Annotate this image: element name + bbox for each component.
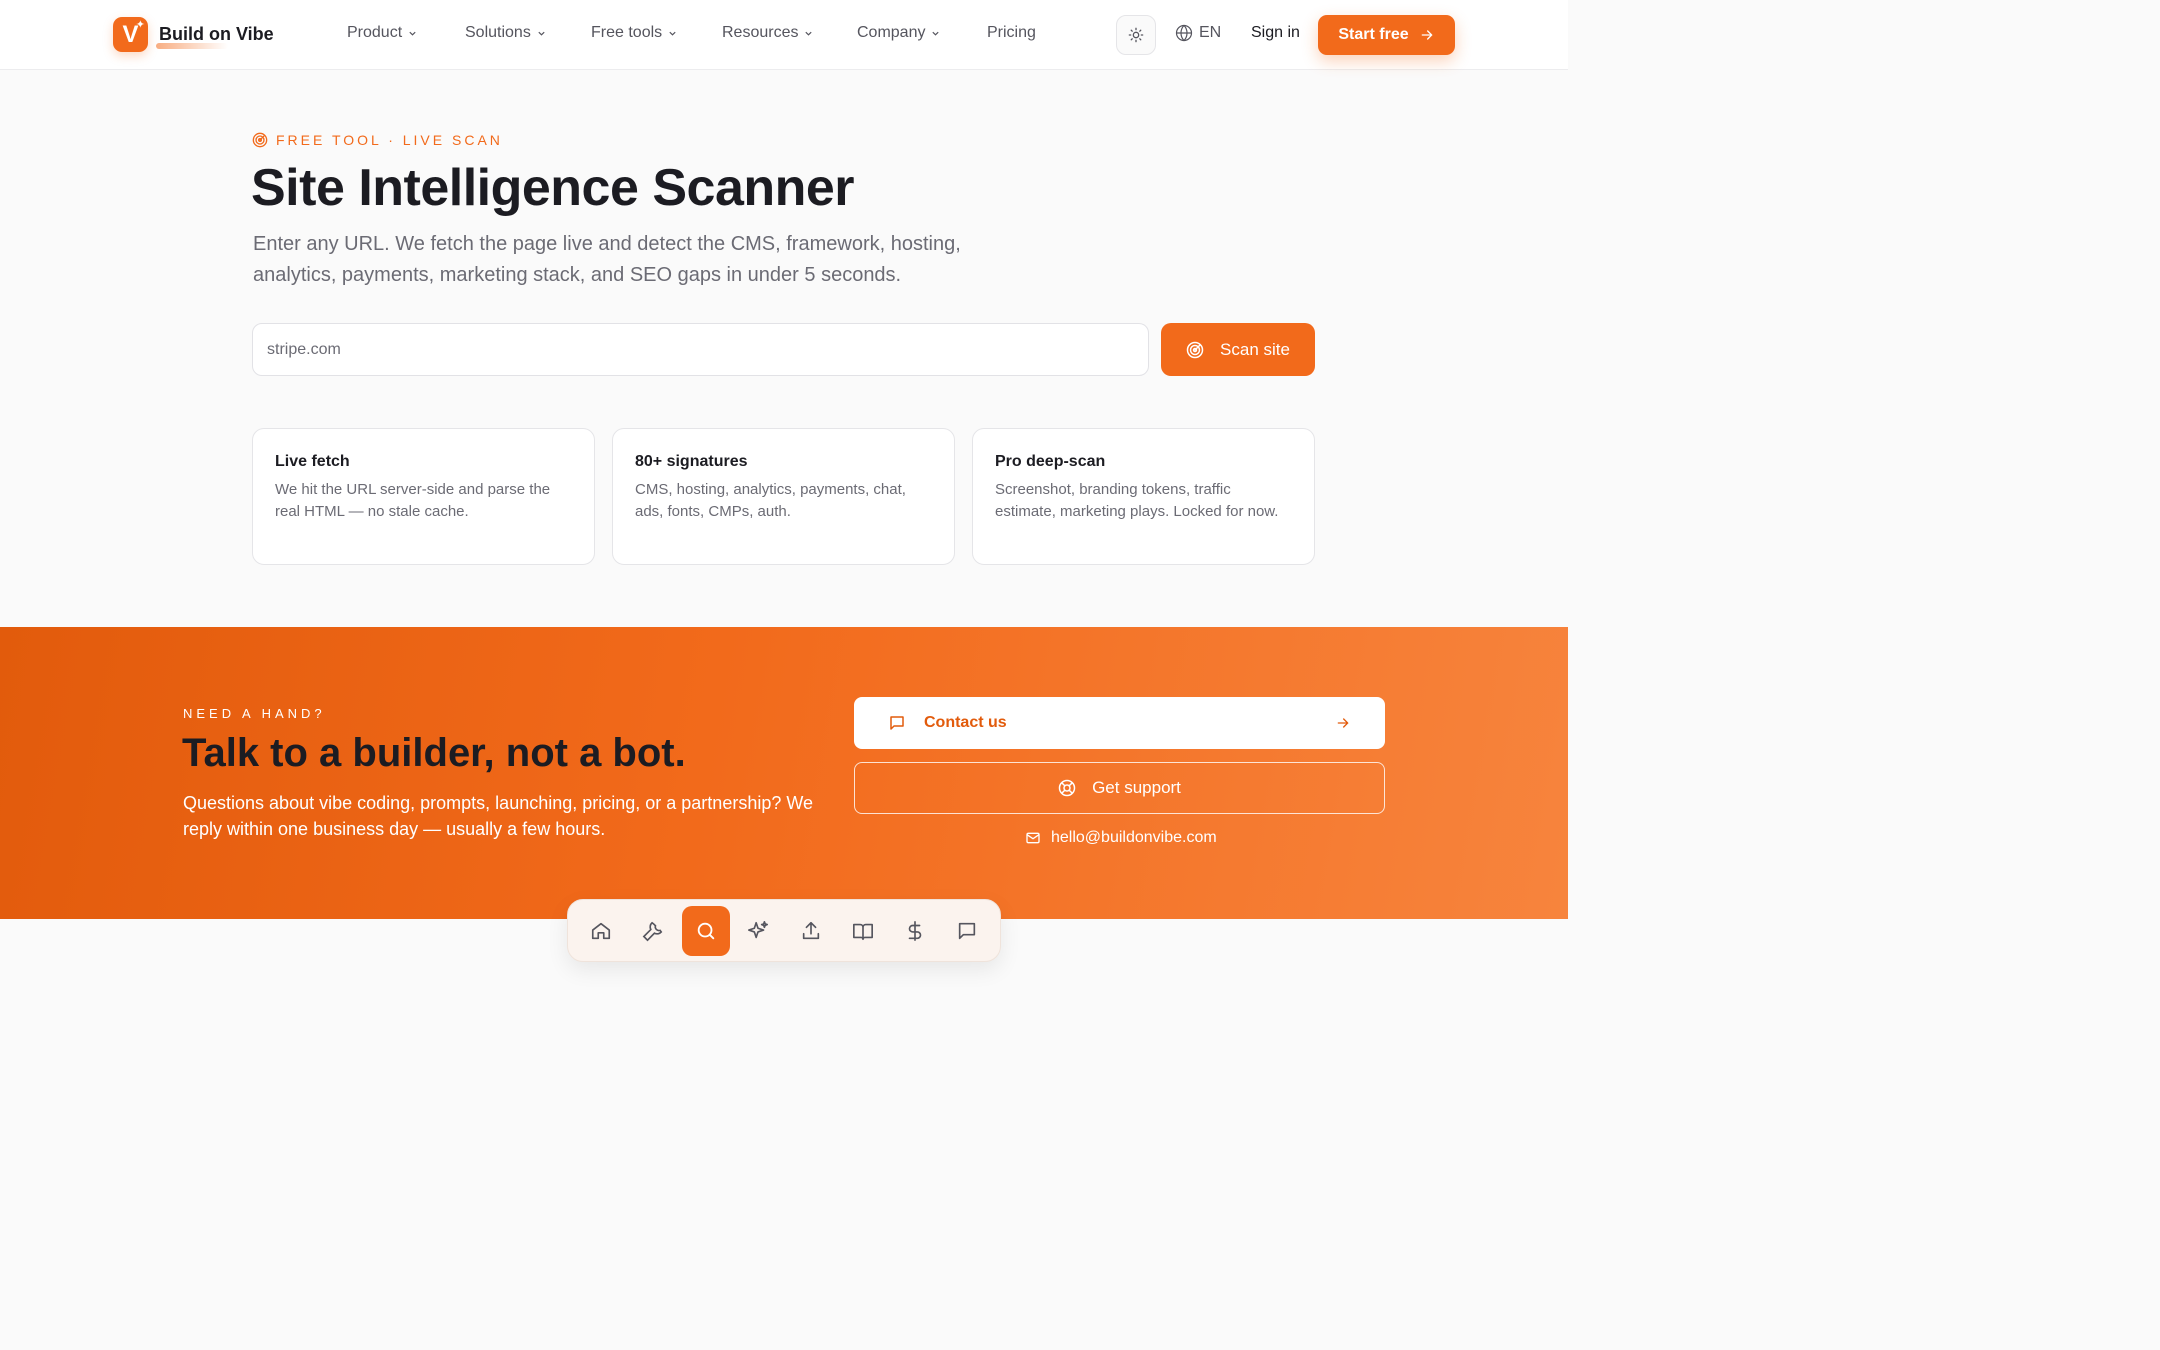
cta-title: Talk to a builder, not a bot.: [182, 731, 686, 775]
dock-tools-button[interactable]: [629, 906, 677, 956]
wrench-icon: [642, 921, 663, 942]
sparkle-icon: ✦: [135, 19, 145, 31]
mail-icon: [1026, 832, 1040, 844]
nav-company[interactable]: Company: [857, 24, 940, 42]
eyebrow-text: FREE TOOL · LIVE SCAN: [276, 132, 503, 148]
nav-label: Free tools: [591, 24, 663, 41]
language-label: EN: [1199, 24, 1222, 41]
nav-pricing[interactable]: Pricing: [987, 24, 1036, 42]
nav-solutions[interactable]: Solutions: [465, 24, 546, 42]
get-support-button[interactable]: Get support: [854, 762, 1385, 814]
chevron-down-icon: [409, 31, 416, 36]
dock-docs-button[interactable]: [839, 906, 887, 956]
chevron-down-icon: [805, 31, 813, 36]
theme-toggle-button[interactable]: [1116, 15, 1156, 55]
page-subtitle: Enter any URL. We fetch the page live an…: [253, 233, 961, 286]
email-address: hello@buildonvibe.com: [1051, 829, 1217, 846]
brand-name: Build on Vibe: [156, 24, 274, 49]
nav-label: Company: [857, 24, 926, 41]
upload-icon: [802, 921, 820, 940]
nav-label: Product: [347, 24, 403, 41]
brand-name-text: Build on Vibe: [159, 24, 274, 44]
start-free-label: Start free: [1338, 26, 1409, 43]
chat-icon: [958, 922, 976, 940]
lifebuoy-icon: [1058, 779, 1076, 797]
arrow-right-icon: [1421, 30, 1433, 40]
feature-text: Screenshot, branding tokens, traffic est…: [995, 481, 1279, 520]
contact-us-button[interactable]: Contact us: [854, 697, 1385, 749]
site-header: V ✦ Build on Vibe Product Solutions Free…: [0, 0, 1568, 70]
radar-icon: [252, 132, 268, 148]
sun-icon: [1128, 27, 1144, 43]
cta-eyebrow: NEED A HAND?: [183, 706, 326, 721]
feature-card-pro-deep-scan: Pro deep-scan Screenshot, branding token…: [972, 428, 1315, 565]
nav-label: Resources: [722, 24, 799, 41]
dock-pricing-button[interactable]: [891, 906, 939, 956]
nav-label: Pricing: [987, 24, 1036, 41]
feature-title: 80+ signatures: [635, 453, 748, 470]
url-input[interactable]: [252, 323, 1149, 376]
search-icon: [697, 922, 715, 940]
get-support-label: Get support: [1092, 778, 1181, 797]
page-title: Site Intelligence Scanner: [251, 159, 855, 217]
feature-title: Pro deep-scan: [995, 453, 1106, 470]
sparkles-icon: [748, 921, 768, 939]
dock-launch-button[interactable]: [787, 906, 835, 956]
arrow-right-icon: [1337, 718, 1349, 728]
message-icon: [890, 716, 904, 730]
nav-label: Solutions: [465, 24, 531, 41]
chevron-down-icon: [538, 31, 545, 36]
feature-card-live-fetch: Live fetch We hit the URL server-side an…: [252, 428, 595, 565]
feature-text: CMS, hosting, analytics, payments, chat,…: [635, 481, 906, 520]
feature-text: We hit the URL server-side and parse the…: [275, 481, 551, 520]
scan-site-label: Scan site: [1220, 339, 1290, 359]
book-icon: [853, 923, 873, 941]
chevron-down-icon: [932, 31, 940, 36]
cta-text: Questions about vibe coding, prompts, la…: [183, 793, 814, 839]
logo-mark-icon: V ✦: [113, 17, 148, 52]
dock-search-button[interactable]: [682, 906, 730, 956]
scan-site-button[interactable]: Scan site: [1161, 323, 1315, 376]
dock-chat-button[interactable]: [943, 906, 991, 956]
start-free-button[interactable]: Start free: [1318, 15, 1455, 55]
nav-free-tools[interactable]: Free tools: [591, 24, 677, 42]
bottom-dock: [567, 899, 1001, 962]
feature-card-signatures: 80+ signatures CMS, hosting, analytics, …: [612, 428, 955, 565]
dock-ai-button[interactable]: [734, 906, 782, 956]
globe-icon: [1175, 24, 1193, 42]
nav-resources[interactable]: Resources: [722, 24, 813, 42]
nav-product[interactable]: Product: [347, 24, 417, 42]
radar-icon: [1186, 341, 1204, 358]
language-selector[interactable]: EN: [1175, 24, 1221, 42]
dock-home-button[interactable]: [577, 906, 625, 956]
sign-in-link[interactable]: Sign in: [1251, 24, 1300, 42]
brand-logo[interactable]: V ✦ Build on Vibe: [113, 17, 274, 52]
dollar-icon: [908, 921, 922, 941]
hero-eyebrow: FREE TOOL · LIVE SCAN: [252, 132, 503, 148]
home-icon: [591, 922, 611, 940]
feature-title: Live fetch: [275, 453, 350, 470]
contact-us-label: Contact us: [924, 714, 1007, 731]
chevron-down-icon: [669, 31, 676, 36]
email-link[interactable]: hello@buildonvibe.com: [1025, 829, 1217, 847]
contact-cta-section: NEED A HAND? Talk to a builder, not a bo…: [0, 627, 1568, 919]
